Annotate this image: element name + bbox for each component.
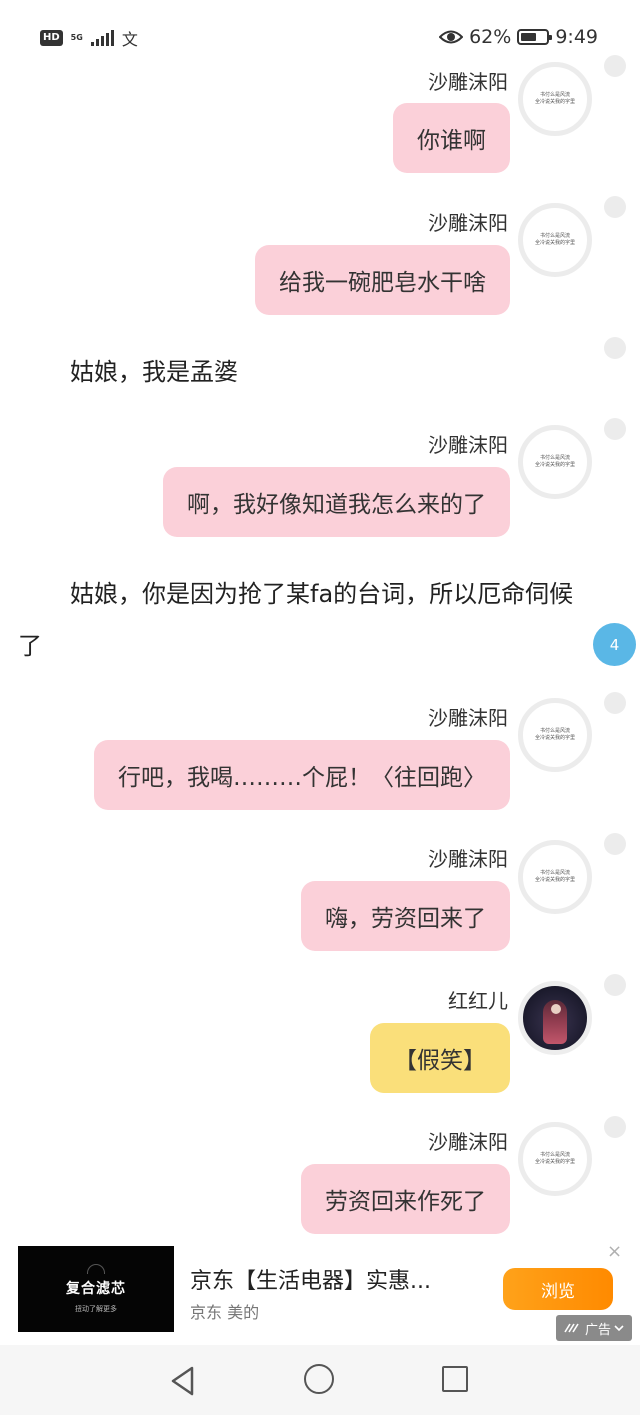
sender-name: 沙雕沫阳 (428, 1130, 508, 1154)
avatar[interactable]: 书付么是风流 全冷说关我的字里 (518, 1122, 592, 1196)
avatar-text: 全冷说关我的字里 (534, 462, 575, 468)
chat-dot (604, 418, 626, 440)
narration-text: 姑娘，你是因为抢了某fa的台词，所以厄命伺候了 (18, 580, 574, 660)
sender-name: 沙雕沫阳 (428, 847, 508, 871)
ad-browse-button[interactable]: 浏览 (503, 1268, 613, 1310)
avatar-text: 书付么是风流 (539, 92, 570, 98)
message-bubble[interactable]: 【假笑】 (370, 1023, 510, 1093)
chevron-down-icon (614, 1325, 624, 1332)
ad-label-text: 广告 (584, 1322, 611, 1338)
avatar[interactable]: 书付么是风流 全冷说关我的字里 (518, 425, 592, 499)
chat-dot (604, 1116, 626, 1138)
ad-label[interactable]: 广告 (556, 1315, 632, 1341)
sender-name: 沙雕沫阳 (428, 433, 508, 457)
chat-dot (604, 337, 626, 359)
avatar-text: 书付么是风流 (539, 870, 570, 876)
ad-subtitle: 京东 美的 (190, 1303, 260, 1322)
sender-name: 沙雕沫阳 (428, 211, 508, 235)
ad-thumb-arc (87, 1264, 105, 1274)
message-bubble[interactable]: 嗨，劳资回来了 (301, 881, 510, 951)
ad-title[interactable]: 京东【生活电器】实惠... (190, 1263, 431, 1295)
ad-thumb-title: 复合滤芯 (66, 1281, 126, 1297)
close-icon[interactable]: × (607, 1243, 622, 1261)
ad-banner[interactable]: 复合滤芯 扭动了解更多 京东【生活电器】实惠... 京东 美的 浏览 × 广告 (0, 1235, 640, 1345)
avatar[interactable]: 书付么是风流 全冷说关我的字里 (518, 203, 592, 277)
chat-dot (604, 974, 626, 996)
avatar-text: 全冷说关我的字里 (534, 1159, 575, 1165)
avatar-face (551, 1004, 561, 1014)
avatar-text: 全冷说关我的字里 (534, 735, 575, 741)
chat-dot (604, 833, 626, 855)
ad-thumb-subtitle: 扭动了解更多 (75, 1305, 117, 1313)
ad-logo-icon (564, 1323, 579, 1333)
back-icon[interactable] (170, 1366, 196, 1396)
chat-area[interactable]: 书付么是风流 全冷说关我的字里 沙雕沫阳 你谁啊 书付么是风流 全冷说关我的字里… (0, 0, 640, 1235)
message-bubble[interactable]: 给我一碗肥皂水干啥 (255, 245, 510, 315)
avatar-text: 书付么是风流 (539, 728, 570, 734)
avatar[interactable] (518, 981, 592, 1055)
navigation-bar (0, 1345, 640, 1415)
avatar-text: 书付么是风流 (539, 233, 570, 239)
message-bubble[interactable]: 啊，我好像知道我怎么来的了 (163, 467, 510, 537)
sender-name: 沙雕沫阳 (428, 70, 508, 94)
sender-name: 沙雕沫阳 (428, 706, 508, 730)
avatar[interactable]: 书付么是风流 全冷说关我的字里 (518, 62, 592, 136)
recent-apps-icon[interactable] (442, 1366, 468, 1392)
chat-dot (604, 196, 626, 218)
message-bubble[interactable]: 劳资回来作死了 (301, 1164, 510, 1234)
avatar[interactable]: 书付么是风流 全冷说关我的字里 (518, 698, 592, 772)
ad-thumbnail[interactable]: 复合滤芯 扭动了解更多 (18, 1246, 174, 1332)
avatar-text: 全冷说关我的字里 (534, 99, 575, 105)
narration-text: 姑娘，我是孟婆 (70, 358, 238, 386)
comment-count-badge[interactable]: 4 (593, 623, 636, 666)
message-bubble[interactable]: 行吧，我喝………个屁！〈往回跑〉 (94, 740, 510, 810)
sender-name: 红红儿 (448, 989, 508, 1013)
avatar-text: 书付么是风流 (539, 455, 570, 461)
message-bubble[interactable]: 你谁啊 (393, 103, 510, 173)
chat-dot (604, 692, 626, 714)
avatar-text: 全冷说关我的字里 (534, 240, 575, 246)
home-icon[interactable] (304, 1364, 334, 1394)
avatar-text: 全冷说关我的字里 (534, 877, 575, 883)
chat-dot (604, 55, 626, 77)
avatar-text: 书付么是风流 (539, 1152, 570, 1158)
avatar[interactable]: 书付么是风流 全冷说关我的字里 (518, 840, 592, 914)
